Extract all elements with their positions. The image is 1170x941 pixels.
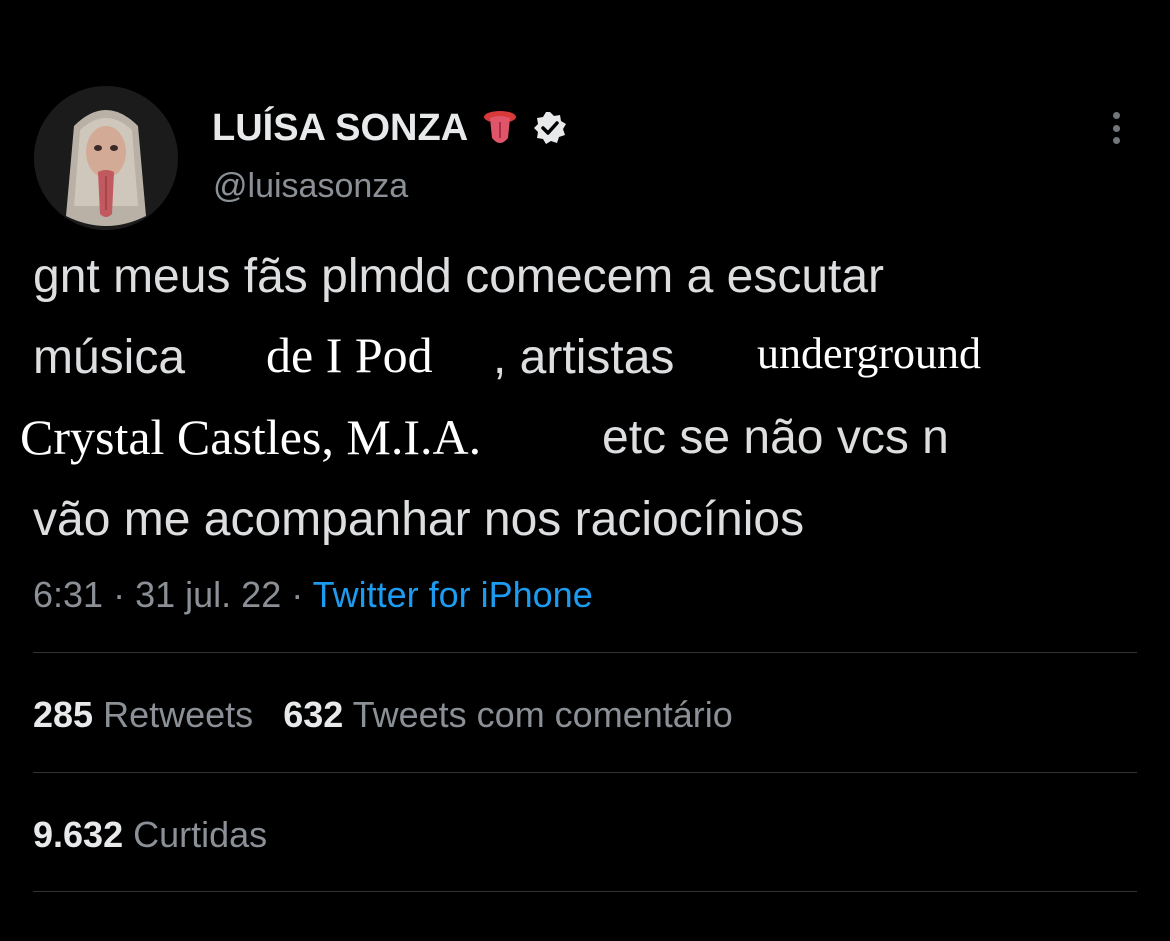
more-dot [1112, 137, 1120, 144]
tweet-meta: 6:31 · 31 jul. 22 · Twitter for iPhone [33, 574, 593, 616]
tweet-text-overlay-segment: underground [757, 329, 982, 378]
tweet-text-segment: música [33, 331, 186, 384]
avatar[interactable] [34, 86, 178, 230]
likes-stat[interactable]: 9.632 Curtidas [33, 814, 267, 855]
tweet-text-line: gnt meus fãs plmdd comecem a escutar [33, 250, 885, 303]
likes-stat-row: 9.632 Curtidas [33, 814, 267, 856]
meta-separator: · [291, 574, 304, 615]
divider [33, 772, 1137, 773]
quote-tweets-stat[interactable]: 632 Tweets com comentário [283, 694, 733, 735]
meta-separator: · [113, 574, 126, 615]
tweet-time[interactable]: 6:31 [33, 574, 103, 615]
more-dot [1112, 112, 1120, 119]
quote-tweets-label: Tweets com comentário [352, 694, 733, 735]
retweets-label: Retweets [103, 694, 254, 735]
more-dot [1112, 124, 1120, 132]
likes-count: 9.632 [33, 814, 124, 855]
user-handle[interactable]: @luisasonza [213, 167, 408, 206]
retweets-count: 285 [33, 694, 94, 735]
quote-tweets-count: 632 [283, 694, 344, 735]
tweet-text-line: vão me acompanhar nos raciocínios [33, 493, 805, 546]
tweet-text-overlay-segment: Crystal Castles, M.I.A. [20, 409, 482, 465]
more-options-icon[interactable] [1100, 108, 1132, 148]
divider [33, 891, 1137, 892]
tweet-date[interactable]: 31 jul. 22 [135, 574, 281, 615]
tweet-card: LUÍSA SONZA @luisasonza gnt meus fãs plm… [0, 0, 1170, 941]
divider [33, 652, 1137, 653]
tongue-icon [480, 108, 520, 148]
tweet-source-link[interactable]: Twitter for iPhone [313, 574, 593, 615]
display-name-row[interactable]: LUÍSA SONZA [212, 104, 568, 152]
verified-badge-icon [532, 110, 568, 146]
tweet-text-segment: etc se não vcs n [602, 411, 949, 464]
tweet-text-overlay-segment: de I Pod [266, 327, 433, 383]
tweet-text-segment: , artistas [493, 331, 675, 384]
display-name[interactable]: LUÍSA SONZA [212, 107, 468, 150]
retweets-stat[interactable]: 285 Retweets [33, 694, 253, 735]
likes-label: Curtidas [133, 814, 268, 855]
engagement-stats: 285 Retweets 632 Tweets com comentário [33, 694, 733, 736]
